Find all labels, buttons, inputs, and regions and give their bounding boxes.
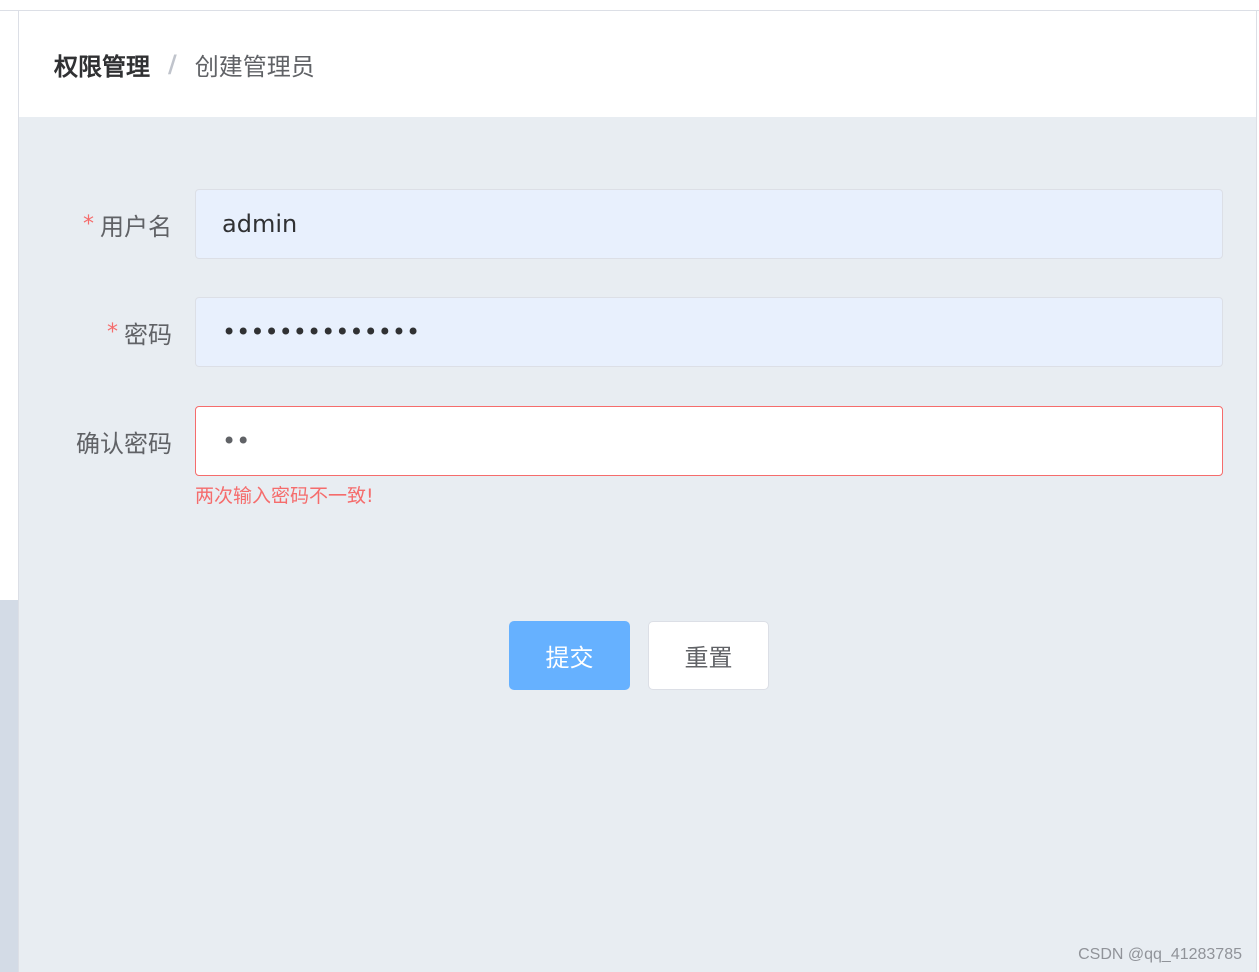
breadcrumb-current: 创建管理员 bbox=[194, 52, 315, 81]
reset-button[interactable]: 重置 bbox=[648, 621, 769, 690]
username-row: * 用户名 bbox=[19, 189, 1256, 259]
username-input[interactable] bbox=[195, 189, 1223, 259]
breadcrumb: 权限管理 / 创建管理员 bbox=[19, 11, 1256, 117]
left-sidebar-edge-lower bbox=[0, 600, 18, 972]
submit-button[interactable]: 提交 bbox=[509, 621, 630, 690]
main-panel: 权限管理 / 创建管理员 * 用户名 * 密码 确认密码 两次输入密码不一致! … bbox=[18, 11, 1257, 972]
breadcrumb-parent[interactable]: 权限管理 bbox=[54, 47, 150, 82]
confirm-password-row: 确认密码 bbox=[19, 406, 1256, 476]
password-label-text: 密码 bbox=[124, 320, 172, 349]
required-mark: * bbox=[107, 319, 118, 345]
confirm-password-label-text: 确认密码 bbox=[76, 429, 172, 458]
confirm-password-error: 两次输入密码不一致! bbox=[195, 485, 374, 507]
watermark: CSDN @qq_41283785 bbox=[1078, 946, 1242, 963]
username-label: * 用户名 bbox=[83, 189, 172, 259]
required-mark: * bbox=[83, 211, 94, 237]
breadcrumb-separator: / bbox=[168, 50, 177, 78]
confirm-password-label: 确认密码 bbox=[76, 406, 172, 476]
password-label: * 密码 bbox=[107, 297, 172, 367]
username-label-text: 用户名 bbox=[100, 212, 172, 241]
password-row: * 密码 bbox=[19, 297, 1256, 367]
password-input[interactable] bbox=[195, 297, 1223, 367]
confirm-password-input[interactable] bbox=[195, 406, 1223, 476]
